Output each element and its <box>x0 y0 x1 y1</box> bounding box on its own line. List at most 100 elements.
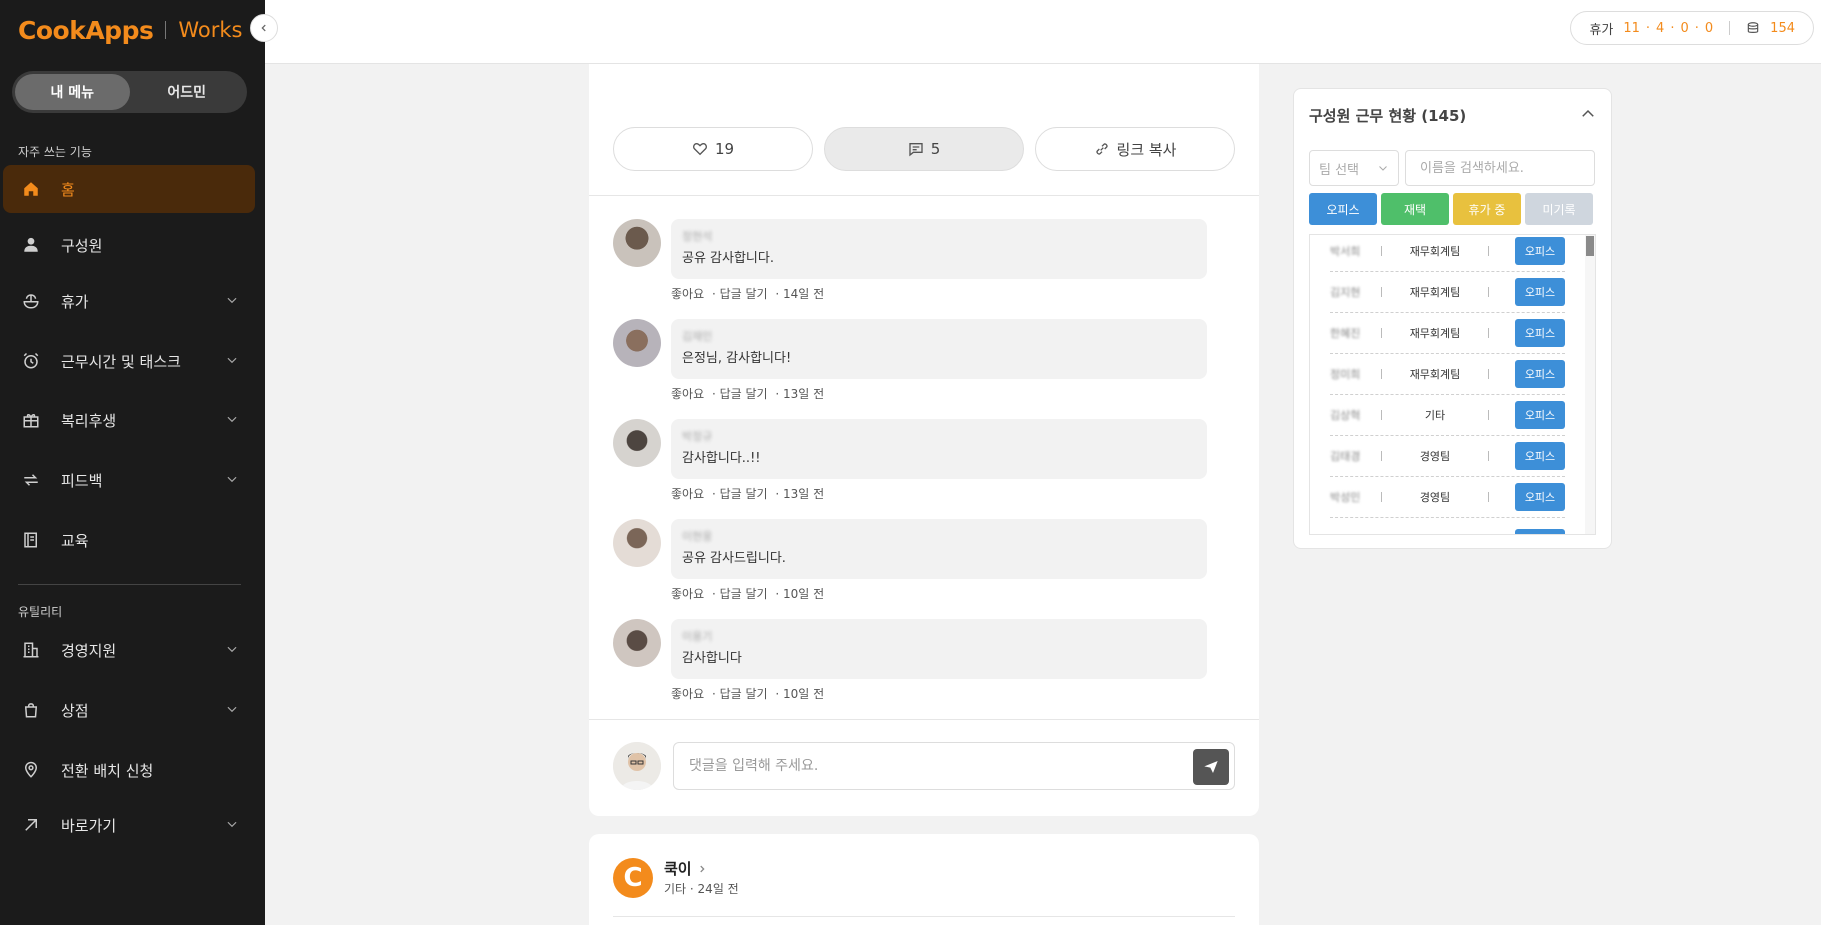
comment-meta: 좋아요 · 답글 달기 · 10일 전 <box>671 687 825 701</box>
name-search-input[interactable] <box>1405 150 1595 186</box>
comment-reply-link[interactable]: 답글 달기 <box>720 687 768 701</box>
sidebar-item-education[interactable]: 교육 <box>3 516 255 564</box>
sidebar-item-members[interactable]: 구성원 <box>3 221 255 269</box>
card-divider <box>589 195 1259 196</box>
comment-bubble: 이용기 감사합니다 <box>671 619 1207 679</box>
copy-link-button[interactable]: 링크 복사 <box>1035 127 1235 171</box>
comment-like-link[interactable]: 좋아요 <box>671 287 704 301</box>
sidebar-item-management[interactable]: 경영지원 <box>3 626 255 674</box>
avatar[interactable] <box>613 319 661 367</box>
post-author-name: 쿡이 <box>664 860 692 878</box>
my-avatar[interactable] <box>613 742 661 790</box>
member-team: 기타 <box>1424 409 1446 422</box>
sidebar-item-label: 전환 배치 신청 <box>61 761 154 780</box>
comment-item: 정현석 공유 감사합니다. 좋아요 · 답글 달기 · 14일 전 <box>613 219 1213 319</box>
filter-office-button[interactable]: 오피스 <box>1309 193 1377 225</box>
vacation-count-1: 11 <box>1623 20 1640 36</box>
avatar[interactable] <box>613 519 661 567</box>
list-item: 박서희 재무회계팀 오피스 <box>1330 235 1565 272</box>
sidebar-item-worktime[interactable]: 근무시간 및 태스크 <box>3 337 255 385</box>
sidebar-item-shortcuts[interactable]: 바로가기 <box>3 801 255 849</box>
comment-time: 13일 전 <box>783 387 825 401</box>
post-card: 19 5 링크 복사 정현석 공유 감사합니다. 좋아요 · 답글 달기 · 1… <box>589 64 1259 816</box>
avatar[interactable] <box>613 619 661 667</box>
comment-time: 14일 전 <box>783 287 825 301</box>
avatar[interactable] <box>613 419 661 467</box>
list-item: 김태경 경영팀 오피스 <box>1330 436 1565 477</box>
like-button[interactable]: 19 <box>613 127 813 171</box>
status-badge[interactable]: 오피스 <box>1515 278 1565 306</box>
post-time: 24일 전 <box>697 882 739 896</box>
chevron-up-icon[interactable] <box>1579 105 1597 123</box>
filter-unrecorded-button[interactable]: 미기록 <box>1525 193 1593 225</box>
member-team: 경영팀 <box>1419 491 1451 504</box>
status-badge[interactable]: 오피스 <box>1515 483 1565 511</box>
comment-text: 감사합니다..!! <box>682 451 761 466</box>
menu-toggle: 내 메뉴 어드민 <box>12 71 247 113</box>
comment-reply-link[interactable]: 답글 달기 <box>720 287 768 301</box>
sidebar-item-label: 교육 <box>61 531 89 550</box>
member-team: 재무회계팀 <box>1409 368 1461 381</box>
logo-brand: CookApps <box>18 15 154 45</box>
sidebar-item-label: 홈 <box>61 180 75 199</box>
sidebar-item-feedback[interactable]: 피드백 <box>3 456 255 504</box>
status-badge[interactable]: 오피스 <box>1515 360 1565 388</box>
exchange-icon <box>21 470 41 490</box>
filter-remote-button[interactable]: 재택 <box>1381 193 1449 225</box>
avatar[interactable] <box>613 219 661 267</box>
filter-vacation-button[interactable]: 휴가 중 <box>1453 193 1521 225</box>
comment-author: 이용기 <box>682 630 713 643</box>
comment-item: 이용기 감사합니다 좋아요 · 답글 달기 · 10일 전 <box>613 619 1213 719</box>
book-icon <box>21 530 41 550</box>
sidebar-item-transfer[interactable]: 전환 배치 신청 <box>3 746 255 794</box>
comment-reply-link[interactable]: 답글 달기 <box>720 387 768 401</box>
tab-my-menu[interactable]: 내 메뉴 <box>15 74 130 110</box>
comment-time: 10일 전 <box>783 587 825 601</box>
member-list: 박서희 재무회계팀 오피스 김지현 재무회계팀 오피스 한혜진 재무회계팀 오피… <box>1309 234 1596 535</box>
comment-like-link[interactable]: 좋아요 <box>671 687 704 701</box>
status-badge[interactable]: 오피스 <box>1515 237 1565 265</box>
section-label-frequent: 자주 쓰는 기능 <box>18 145 92 159</box>
list-item: 한혜진 재무회계팀 오피스 <box>1330 313 1565 354</box>
comment-reply-link[interactable]: 답글 달기 <box>720 487 768 501</box>
team-select[interactable]: 팀 선택 <box>1309 150 1399 186</box>
send-button[interactable] <box>1193 749 1229 785</box>
panel-title: 구성원 근무 현황 (145) <box>1309 107 1467 125</box>
sidebar-item-label: 근무시간 및 태스크 <box>61 352 181 371</box>
sidebar-item-shop[interactable]: 상점 <box>3 686 255 734</box>
send-icon <box>1204 761 1218 773</box>
status-summary[interactable]: 휴가 11 · 4 · 0 · 0 154 <box>1570 11 1814 45</box>
scrollbar[interactable] <box>1585 235 1595 534</box>
logo[interactable]: CookApps Works <box>18 14 242 46</box>
sidebar-item-welfare[interactable]: 복리후생 <box>3 396 255 444</box>
sidebar-item-label: 피드백 <box>61 471 103 490</box>
status-badge[interactable] <box>1515 528 1565 534</box>
sidebar-divider <box>18 584 241 585</box>
status-badge[interactable]: 오피스 <box>1515 319 1565 347</box>
status-badge[interactable]: 오피스 <box>1515 401 1565 429</box>
comment-author: 이현웅 <box>682 530 713 543</box>
comment-composer <box>613 742 1235 790</box>
member-name: 정미희 <box>1330 368 1361 381</box>
chevron-left-icon <box>261 24 266 32</box>
comment-bubble: 박정규 감사합니다..!! <box>671 419 1207 479</box>
post-author[interactable]: 쿡이 <box>664 858 707 879</box>
status-badge[interactable]: 오피스 <box>1515 442 1565 470</box>
scrollbar-thumb[interactable] <box>1586 236 1594 256</box>
comment-like-link[interactable]: 좋아요 <box>671 487 704 501</box>
top-bar: 휴가 11 · 4 · 0 · 0 154 <box>265 0 1821 64</box>
comment-like-link[interactable]: 좋아요 <box>671 587 704 601</box>
sidebar-item-vacation[interactable]: 휴가 <box>3 277 255 325</box>
author-avatar[interactable]: C <box>613 858 653 898</box>
chevron-down-icon <box>227 357 237 364</box>
member-name: 김지현 <box>1330 286 1361 299</box>
comment-button[interactable]: 5 <box>824 127 1024 171</box>
tab-admin[interactable]: 어드민 <box>130 74 245 110</box>
sidebar-item-home[interactable]: 홈 <box>3 165 255 213</box>
comment-reply-link[interactable]: 답글 달기 <box>720 587 768 601</box>
sidebar-collapse-button[interactable] <box>250 14 278 42</box>
sidebar-item-label: 경영지원 <box>61 641 117 660</box>
list-item: 정미희 재무회계팀 오피스 <box>1330 354 1565 395</box>
comment-input[interactable] <box>673 742 1235 790</box>
comment-like-link[interactable]: 좋아요 <box>671 387 704 401</box>
